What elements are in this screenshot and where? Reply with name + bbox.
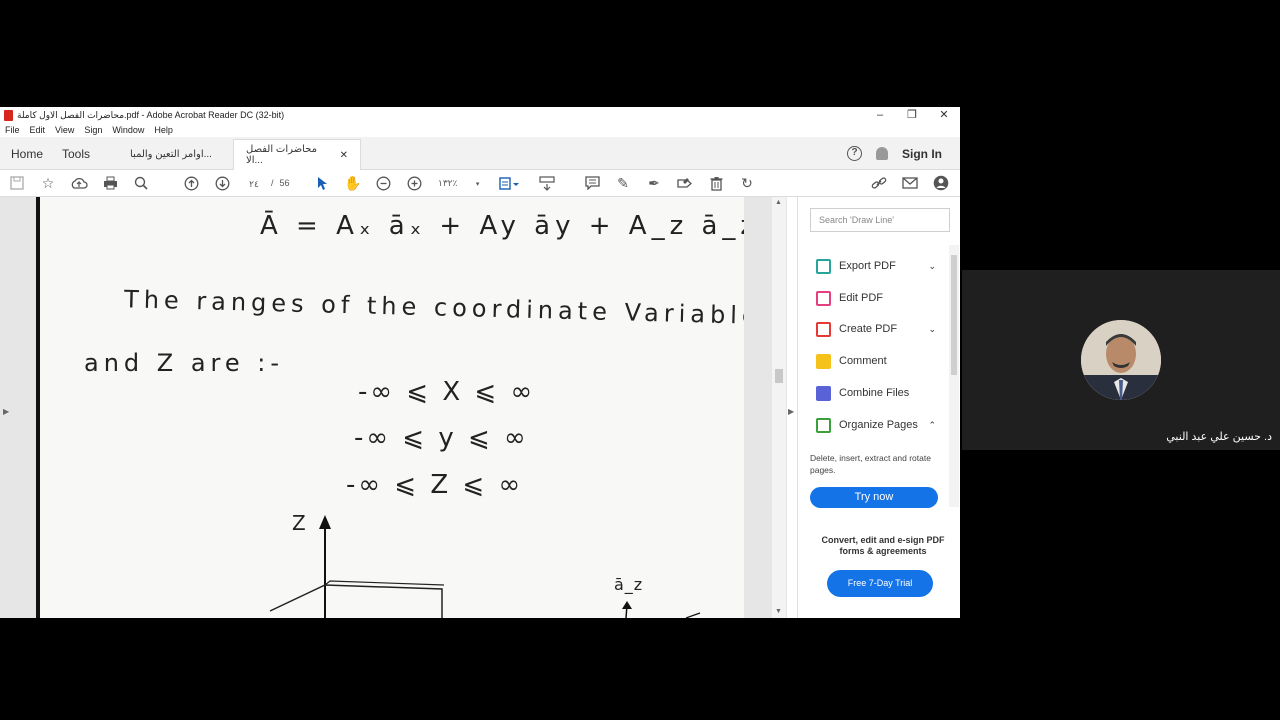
rotate-icon[interactable]: ↻ xyxy=(736,173,758,193)
sign-in-button[interactable]: Sign In xyxy=(902,147,942,161)
chevron-down-icon: ⌄ xyxy=(928,323,936,334)
tool-combine-files[interactable]: Combine Files xyxy=(816,383,936,403)
menu-window[interactable]: Window xyxy=(112,125,144,135)
tools-pane: Search 'Draw Line' Export PDF ⌄ Edit PDF… xyxy=(797,197,960,618)
document-scrollbar[interactable]: ▲ ▼ xyxy=(772,197,786,618)
window-title: محاضرات الفصل الاول كاملة.pdf - Adobe Ac… xyxy=(17,109,285,120)
pen-icon[interactable]: ✎ xyxy=(612,173,634,193)
tool-create-pdf-label: Create PDF xyxy=(839,323,898,335)
screen: محاضرات الفصل الاول كاملة.pdf - Adobe Ac… xyxy=(0,0,1280,720)
tool-export-pdf-label: Export PDF xyxy=(839,260,896,272)
tool-edit-pdf[interactable]: Edit PDF xyxy=(816,288,936,308)
search-icon[interactable] xyxy=(130,173,152,193)
organize-pages-icon xyxy=(816,417,831,433)
email-icon[interactable] xyxy=(899,173,921,193)
select-icon[interactable] xyxy=(311,173,333,193)
webcam-tile: د. حسين علي عبد النبي xyxy=(962,270,1280,450)
delete-icon[interactable] xyxy=(705,173,727,193)
document-scroll-thumb[interactable] xyxy=(775,369,783,383)
presenter-avatar xyxy=(1081,320,1161,400)
upload-icon[interactable] xyxy=(68,173,90,193)
star-icon[interactable]: ☆ xyxy=(37,173,59,193)
tab-document-2[interactable]: محاضرات الفصل الا... ✕ xyxy=(233,139,361,170)
tool-comment[interactable]: Comment xyxy=(816,351,936,371)
zoom-level-select[interactable]: ١٣٢٪ ▾ xyxy=(438,175,482,191)
sign-icon[interactable]: ✒ xyxy=(643,173,665,193)
share-link-icon[interactable] xyxy=(868,173,890,193)
tools-pane-scrollbar[interactable] xyxy=(949,245,959,507)
zoom-in-icon[interactable] xyxy=(403,173,425,193)
chevron-down-icon: ⌄ xyxy=(928,260,936,271)
tabs-bar: Home Tools اوامر التعين والمبا... محاضرا… xyxy=(0,137,960,170)
create-pdf-icon xyxy=(816,321,831,337)
save-icon[interactable] xyxy=(6,173,28,193)
close-window-button[interactable]: ✕ xyxy=(928,107,960,123)
minimize-button[interactable]: – xyxy=(864,107,896,123)
tab-tools[interactable]: Tools xyxy=(62,137,90,170)
account-icon[interactable] xyxy=(930,173,952,193)
print-icon[interactable] xyxy=(99,173,121,193)
zoom-level-value: ١٣٢٪ xyxy=(438,178,458,188)
tool-comment-label: Comment xyxy=(839,355,887,367)
notification-bell-icon[interactable] xyxy=(876,147,888,160)
menu-sign[interactable]: Sign xyxy=(84,125,102,135)
edit-pdf-icon xyxy=(816,290,831,306)
tools-pane-scroll-thumb[interactable] xyxy=(951,255,957,375)
help-icon[interactable]: ? xyxy=(847,146,862,161)
pdf-file-icon xyxy=(4,109,13,121)
comment-tool-icon xyxy=(816,353,831,369)
prev-page-icon[interactable] xyxy=(180,173,202,193)
menu-view[interactable]: View xyxy=(55,125,74,135)
scroll-mode-icon[interactable] xyxy=(536,173,558,193)
tab-document-1[interactable]: اوامر التعين والمبا... xyxy=(118,139,233,170)
comment-icon[interactable] xyxy=(581,173,603,193)
chevron-down-icon: ▾ xyxy=(475,181,480,188)
tab-document-1-label: اوامر التعين والمبا... xyxy=(130,149,212,160)
acrobat-window: محاضرات الفصل الاول كاملة.pdf - Adobe Ac… xyxy=(0,107,960,618)
tab-document-2-label: محاضرات الفصل الا... xyxy=(246,144,317,166)
chevron-up-icon: ⌃ xyxy=(928,419,936,430)
menu-file[interactable]: File xyxy=(5,125,20,135)
toolbar: ☆ ٢٤ / 56 ✋ ١٣٢٪ ▾ ✎ ✒ ↻ xyxy=(0,170,960,197)
page-number-input[interactable]: ٢٤ xyxy=(243,175,265,191)
page-navigator: ٢٤ / 56 xyxy=(243,175,290,191)
combine-files-icon xyxy=(816,385,831,401)
tool-export-pdf[interactable]: Export PDF ⌄ xyxy=(816,256,936,276)
tabs-right-group: ? Sign In xyxy=(847,137,942,170)
fit-page-icon[interactable] xyxy=(498,173,520,193)
close-tab-icon[interactable]: ✕ xyxy=(340,150,348,161)
tool-create-pdf[interactable]: Create PDF ⌄ xyxy=(816,319,936,339)
axes-sketch xyxy=(269,515,701,618)
menu-bar: File Edit View Sign Window Help xyxy=(0,123,960,137)
presenter-name: د. حسين علي عبد النبي xyxy=(1166,431,1272,443)
document-area[interactable]: ▶ Ā = Aₓ āₓ + Ay āy + A_z ā_z The ranges… xyxy=(0,197,794,618)
page-separator: / xyxy=(271,178,274,188)
tab-home[interactable]: Home xyxy=(11,137,43,170)
window-controls: – ❐ ✕ xyxy=(864,107,960,123)
title-bar: محاضرات الفصل الاول كاملة.pdf - Adobe Ac… xyxy=(0,107,960,123)
scroll-up-icon[interactable]: ▲ xyxy=(775,199,782,206)
organize-pages-description: Delete, insert, extract and rotate pages… xyxy=(810,453,931,475)
export-pdf-icon xyxy=(816,258,831,274)
right-pane-toggle-icon[interactable]: ▶ xyxy=(788,407,794,416)
zoom-out-icon[interactable] xyxy=(372,173,394,193)
fill-sign-icon[interactable] xyxy=(674,173,696,193)
page-total: 56 xyxy=(279,178,290,188)
try-now-button[interactable]: Try now xyxy=(810,487,938,508)
hand-icon[interactable]: ✋ xyxy=(342,173,364,193)
next-page-icon[interactable] xyxy=(211,173,233,193)
promo-text: Convert, edit and e-sign PDF forms & agr… xyxy=(821,535,945,556)
free-trial-button[interactable]: Free 7-Day Trial xyxy=(827,570,933,597)
restore-button[interactable]: ❐ xyxy=(896,107,928,123)
tool-organize-pages-label: Organize Pages xyxy=(839,419,918,431)
tool-organize-pages[interactable]: Organize Pages ⌃ xyxy=(816,415,936,435)
tools-search-input[interactable]: Search 'Draw Line' xyxy=(810,208,950,232)
tool-combine-files-label: Combine Files xyxy=(839,387,910,399)
tool-edit-pdf-label: Edit PDF xyxy=(839,292,884,304)
menu-help[interactable]: Help xyxy=(154,125,173,135)
pdf-page[interactable]: Ā = Aₓ āₓ + Ay āy + A_z ā_z The ranges o… xyxy=(36,197,744,618)
left-pane-toggle-icon[interactable]: ▶ xyxy=(3,407,9,416)
scroll-down-icon[interactable]: ▼ xyxy=(775,608,782,615)
menu-edit[interactable]: Edit xyxy=(30,125,46,135)
